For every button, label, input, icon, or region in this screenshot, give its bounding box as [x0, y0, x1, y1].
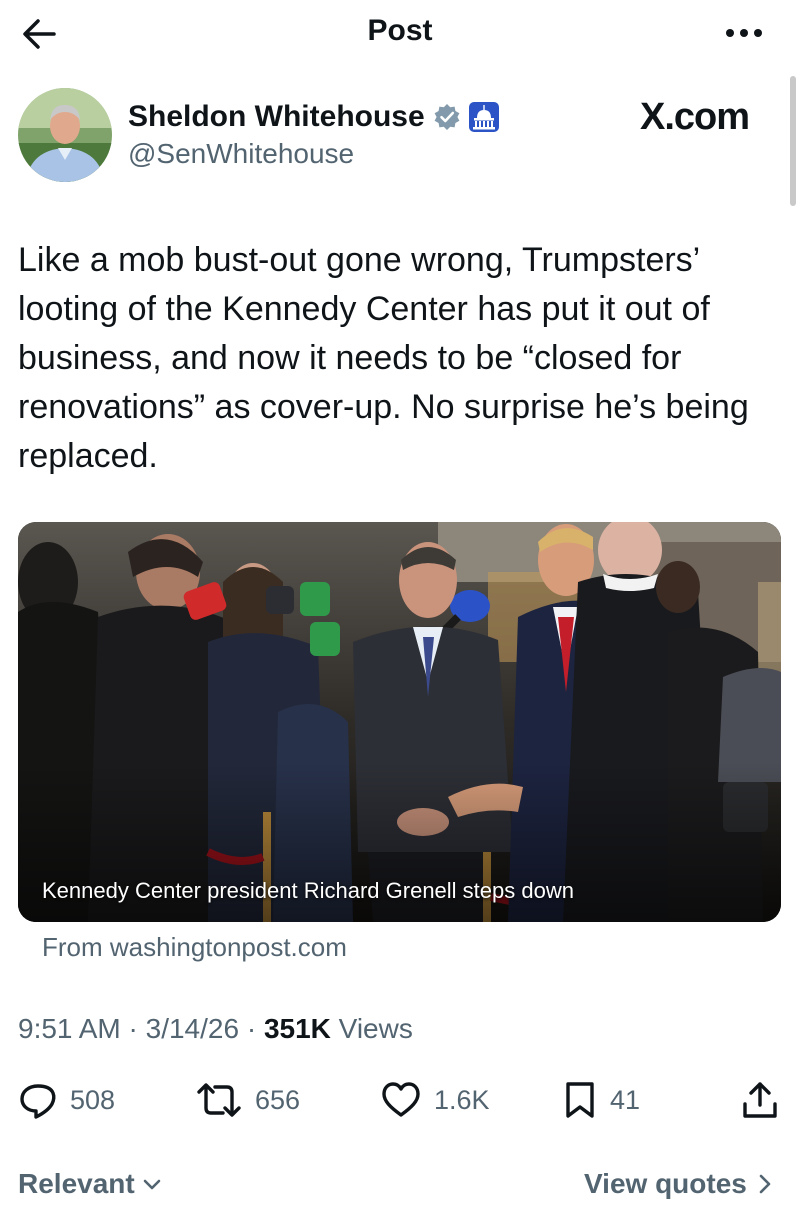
repost-icon [197, 1083, 241, 1117]
news-photo [18, 522, 781, 922]
repost-count: 656 [255, 1084, 301, 1115]
capitol-affiliation-icon [468, 102, 499, 132]
more-icon [726, 29, 762, 37]
reply-icon [20, 1084, 56, 1119]
author-name[interactable]: Sheldon Whitehouse [128, 100, 425, 134]
bookmark-button[interactable]: 41 [562, 1078, 640, 1122]
view-quotes-link[interactable]: View quotes [584, 1168, 775, 1200]
bookmark-count: 41 [610, 1084, 641, 1115]
avatar[interactable] [18, 88, 112, 182]
share-icon [743, 1082, 777, 1118]
scrollbar[interactable] [790, 76, 796, 206]
like-count: 1.6K [434, 1084, 490, 1115]
sort-dropdown[interactable]: Relevant [18, 1168, 163, 1200]
verified-badge-icon [434, 104, 460, 130]
view-quotes-label: View quotes [584, 1168, 747, 1199]
post-date[interactable]: 3/14/26 [146, 1013, 239, 1044]
page-title: Post [367, 14, 433, 47]
link-card[interactable]: Kennedy Center president Richard Grenell… [18, 522, 781, 922]
reply-button[interactable]: 508 [18, 1078, 115, 1122]
post-meta: 9:51 AM · 3/14/26 · 351K Views [18, 1013, 413, 1044]
bookmark-icon [566, 1082, 594, 1118]
views-count: 351K [263, 1013, 331, 1044]
brand-watermark: X.com [640, 96, 750, 138]
like-button[interactable]: 1.6K [380, 1078, 490, 1122]
reply-count: 508 [70, 1084, 116, 1115]
more-options-button[interactable] [722, 18, 766, 48]
card-caption: Kennedy Center president Richard Grenell… [42, 878, 574, 903]
card-source[interactable]: From washingtonpost.com [42, 932, 347, 963]
chevron-down-icon [143, 1179, 161, 1190]
author-handle[interactable]: @SenWhitehouse [128, 138, 354, 170]
post-time[interactable]: 9:51 AM [18, 1013, 121, 1044]
share-button[interactable] [740, 1078, 780, 1122]
post-text: Like a mob bust-out gone wrong, Trumpste… [18, 241, 749, 475]
chevron-right-icon [759, 1174, 771, 1194]
author-name-row: Sheldon Whitehouse [128, 98, 499, 136]
sort-label: Relevant [18, 1168, 135, 1199]
heart-icon [382, 1082, 420, 1117]
views-label: Views [338, 1013, 413, 1044]
repost-button[interactable]: 656 [195, 1078, 300, 1122]
